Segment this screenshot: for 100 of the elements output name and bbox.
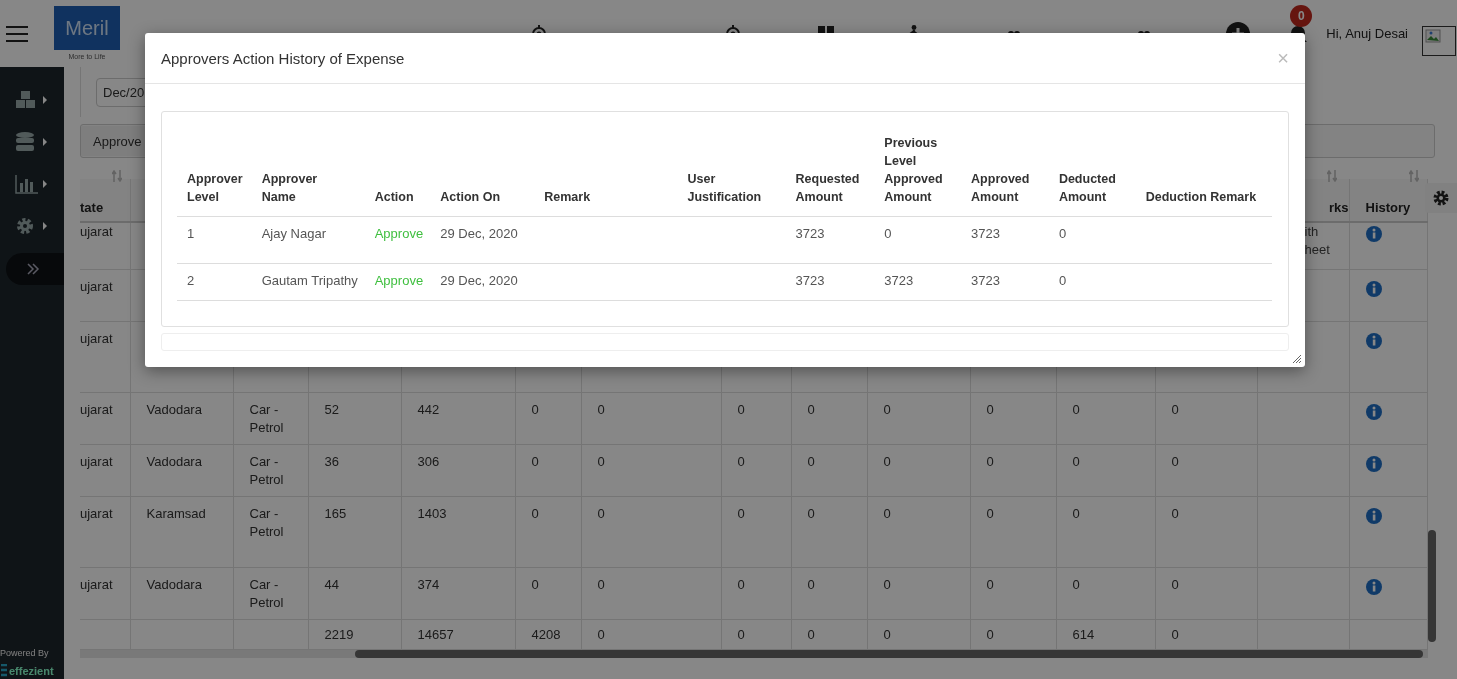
database-menu-icon[interactable] — [15, 132, 49, 152]
sort-icon[interactable] — [1326, 170, 1337, 182]
table-cell: 0 — [531, 504, 539, 523]
column-header: Deduction Remark — [1145, 190, 1257, 204]
brand-name: effezient — [9, 664, 54, 677]
sort-icon[interactable] — [1408, 170, 1419, 182]
column-header: Approved Amount — [971, 172, 1030, 204]
column-header: Previous Level Approved Amount — [884, 136, 943, 204]
column-header: Action On — [440, 190, 500, 204]
table-cell: 0 — [597, 400, 605, 419]
cubes-menu-icon[interactable] — [15, 90, 49, 110]
bar-chart-menu-icon[interactable] — [15, 174, 49, 194]
table-cell: 2 — [187, 273, 195, 288]
table-cell: 29 Dec, 2020 — [440, 226, 518, 241]
table-cell: 306 — [417, 452, 440, 471]
table-cell: 0 — [986, 504, 994, 523]
table-cell: Vadodara — [146, 400, 202, 419]
table-cell: 0 — [597, 575, 605, 594]
column-header: Deducted Amount — [1058, 172, 1116, 204]
table-cell: ujarat — [80, 504, 113, 523]
table-cell: Gautam Tripathy — [261, 273, 358, 288]
scrollbar-thumb[interactable] — [1428, 530, 1436, 642]
table-cell: 0 — [986, 400, 994, 419]
table-cell: ujarat — [80, 575, 113, 594]
table-cell-text: Car - Petrol — [249, 504, 285, 541]
table-cell: 0 — [1171, 504, 1179, 523]
table-cell: 3723 — [971, 226, 1000, 241]
table-cell: 29 Dec, 2020 — [440, 273, 518, 288]
table-cell: 0 — [1072, 575, 1080, 594]
column-header[interactable]: tate — [80, 200, 104, 215]
resize-grip-icon[interactable] — [1293, 355, 1301, 363]
table-cell: 3723 — [795, 226, 825, 241]
table-cell: 3723 — [884, 273, 914, 288]
table-cell: 0 — [883, 575, 891, 594]
table-cell: ith heet — [1304, 223, 1330, 259]
table-cell: 0 — [807, 504, 815, 523]
table-cell: ujarat — [80, 400, 113, 419]
column-header: User Justification — [687, 172, 762, 204]
table-cell: 0 — [883, 504, 891, 523]
table-cell: ujarat — [80, 329, 113, 348]
menu-icon[interactable] — [6, 25, 28, 42]
table-cell: 0 — [737, 504, 745, 523]
gear-menu-icon[interactable] — [15, 216, 49, 236]
table-cell: 0 — [1171, 452, 1179, 471]
table-cell: 0 — [1171, 625, 1179, 644]
action-status: Approve — [374, 273, 424, 288]
table-cell: ujarat — [80, 277, 113, 296]
notification-badge: 0 — [1290, 4, 1313, 27]
table-cell: 0 — [597, 452, 605, 471]
double-chevron-icon — [26, 263, 40, 275]
table-cell: 374 — [417, 575, 440, 594]
table-cell-text: Car - Petrol — [249, 400, 285, 437]
table-cell: 0 — [1072, 400, 1080, 419]
info-icon[interactable] — [1365, 507, 1382, 524]
sort-icon[interactable] — [111, 170, 122, 182]
info-icon[interactable] — [1365, 280, 1382, 297]
dialog-title: Approvers Action History of Expense — [161, 49, 405, 67]
column-header: Remark — [544, 190, 591, 204]
user-greeting[interactable]: Hi, Anuj Desai — [1326, 26, 1408, 41]
brand-mark-icon — [0, 664, 8, 677]
table-cell: 44 — [324, 575, 339, 594]
table-cell: 0 — [1058, 226, 1067, 241]
info-icon[interactable] — [1365, 578, 1382, 595]
table-cell: 0 — [737, 400, 745, 419]
table-cell: 0 — [1072, 504, 1080, 523]
info-icon[interactable] — [1365, 403, 1382, 420]
settings-button[interactable] — [1425, 183, 1457, 213]
table-cell: 614 — [1072, 625, 1095, 644]
table-cell: 0 — [531, 452, 539, 471]
scrollbar-thumb[interactable] — [355, 649, 1423, 658]
table-cell: 0 — [807, 575, 815, 594]
table-cell: 36 — [324, 452, 339, 471]
table-cell: 0 — [883, 625, 891, 644]
table-cell: Ajay Nagar — [261, 226, 326, 241]
column-header[interactable]: rks — [1328, 200, 1349, 215]
column-header: Action — [374, 190, 414, 204]
table-cell: 2219 — [324, 625, 354, 644]
column-header: Approver Name — [261, 172, 318, 204]
table-cell-text: Car - Petrol — [249, 452, 285, 489]
table-cell: 0 — [1058, 273, 1067, 288]
table-cell: 165 — [324, 504, 347, 523]
table-cell: 442 — [417, 400, 440, 419]
info-icon[interactable] — [1365, 455, 1382, 472]
table-cell-text: Car - Petrol — [249, 575, 285, 612]
table-cell: ujarat — [80, 452, 113, 471]
table-cell: 3723 — [971, 273, 1000, 288]
info-icon[interactable] — [1365, 226, 1382, 242]
table-cell: 0 — [597, 504, 605, 523]
table-cell: 0 — [884, 226, 892, 241]
table-cell: 1 — [187, 226, 195, 241]
info-icon[interactable] — [1365, 332, 1382, 349]
table-cell: 1403 — [417, 504, 447, 523]
logo: Meril — [54, 6, 120, 50]
table-cell: 0 — [737, 625, 745, 644]
table-cell: 3723 — [795, 273, 825, 288]
table-cell: 0 — [1171, 400, 1179, 419]
table-cell: Karamsad — [146, 504, 206, 523]
action-status: Approve — [374, 226, 424, 241]
table-cell: 0 — [807, 452, 815, 471]
table-cell: 4208 — [531, 625, 561, 644]
